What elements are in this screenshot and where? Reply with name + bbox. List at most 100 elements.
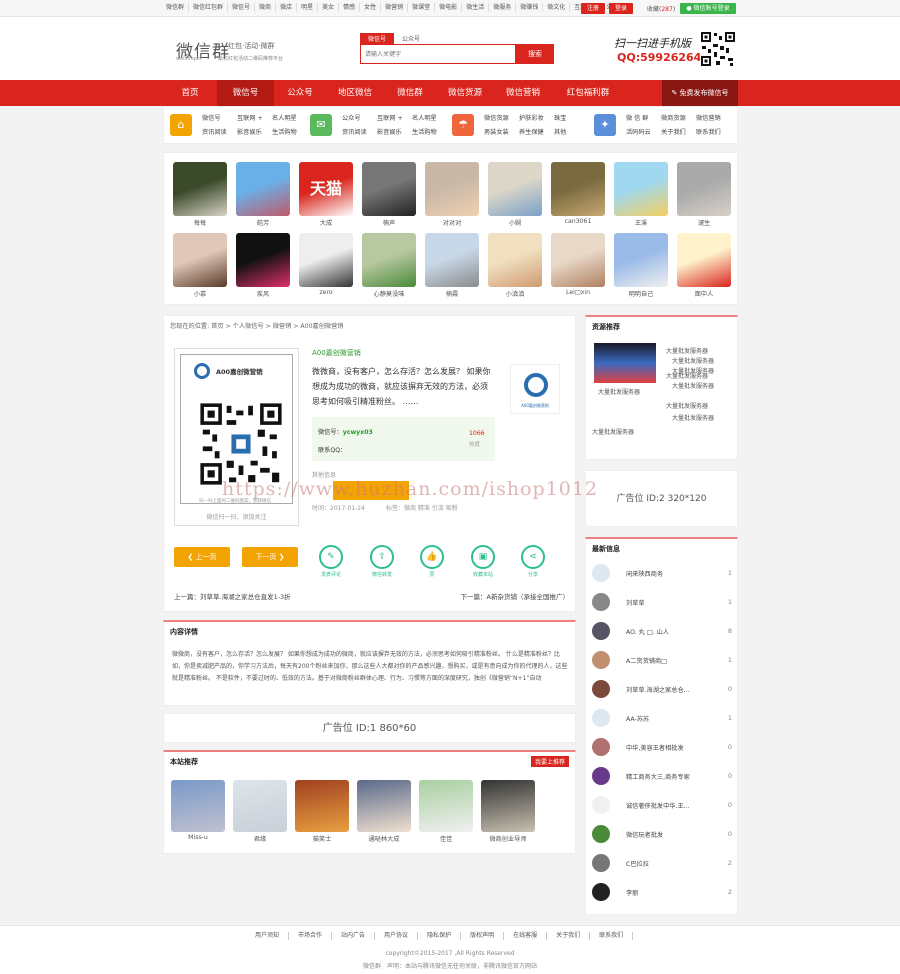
avatar-thumb[interactable] [551,162,605,216]
recommend-item[interactable]: 君缘 [232,780,288,843]
recommend-item[interactable]: Miss-u [170,780,226,841]
category-link[interactable]: 资讯阅读 [202,127,227,136]
avatar-thumb[interactable] [488,162,542,216]
recommend-name[interactable]: 通哒林大成 [356,834,412,843]
avatar-cell[interactable]: 王溪 [613,162,669,227]
top-link[interactable]: 女性 [360,3,382,12]
avatar-cell[interactable]: 小慕 [172,233,228,298]
news-item[interactable]: A二货货铺商□ 1 [592,651,732,671]
recommend-name[interactable]: 君缘 [232,834,288,843]
prev-page-button[interactable]: ❮ 上一页 [174,547,230,567]
avatar-cell[interactable]: 心静莫没味 [361,233,417,298]
avatar-name[interactable]: 谴生 [676,218,732,227]
news-item[interactable]: AA-苏苏 1 [592,709,732,729]
top-link[interactable]: 微信号 [228,3,256,12]
recommend-item[interactable]: 微商创业导师 [480,780,536,843]
category-link[interactable]: 生活购物 [412,127,437,136]
category-link[interactable]: 关于我们 [661,127,686,136]
avatar-thumb[interactable] [362,162,416,216]
avatar-thumb[interactable] [614,233,668,287]
news-item[interactable]: C巴拉拉 2 [592,854,732,874]
top-link[interactable]: 微赚钱 [516,3,544,12]
category-link[interactable]: 其他 [554,127,566,136]
news-item[interactable]: 李丽 2 [592,883,732,903]
resource-link[interactable]: 大量批发服务器 [672,356,714,365]
avatar-name[interactable]: 楠霞 [424,289,480,298]
top-link[interactable]: 微电影 [435,3,463,12]
avatar-thumb[interactable] [677,162,731,216]
recommend-name[interactable]: 佳佳 [418,834,474,843]
recommend-thumb[interactable] [295,780,349,832]
footer-link[interactable]: 联系我们 [590,932,634,940]
share-wechat-icon[interactable]: ⇪ [370,545,394,569]
category-link[interactable]: 互联网 + [377,113,403,122]
search-tab-wechat[interactable]: 微信号 [360,33,395,44]
login-button[interactable]: 登录 [609,3,633,14]
recommend-thumb[interactable] [481,780,535,832]
avatar-name[interactable]: 小娴 [487,218,543,227]
category-link[interactable]: 影音娱乐 [377,127,402,136]
avatar-cell[interactable]: 楠霞 [424,233,480,298]
favorite-link[interactable]: 收藏(287) [647,4,675,13]
category-link[interactable]: 互联网 + [237,113,263,122]
news-name[interactable]: 精工商务大三,商务专家 [626,772,722,781]
ad-banner-2[interactable]: 广告位 ID:2 320*120 [585,470,738,527]
recommend-thumb[interactable] [357,780,411,832]
news-name[interactable]: 刘草草 [626,598,722,607]
search-input[interactable] [361,45,515,63]
category-link[interactable]: 影音娱乐 [237,127,262,136]
search-tab-official[interactable]: 公众号 [394,33,428,44]
footer-link[interactable]: 市场合作 [289,932,333,940]
top-link[interactable]: 微信红包群 [189,3,229,12]
top-link[interactable]: 微文化 [543,3,571,12]
category-link[interactable]: 名人明星 [412,113,437,122]
next-page-button[interactable]: 下一页 ❯ [242,547,298,567]
prev-article-link[interactable]: 上一篇：刘草草.海湖之家总仓直发1-3折 [174,591,291,601]
next-article-link[interactable]: 下一篇：A新杂货铺（承接全国推广） [461,591,569,601]
search-button[interactable]: 搜索 [516,44,554,64]
tags-value[interactable]: 微商 精准 引流 吸粉 [404,505,458,512]
folder-icon[interactable]: ▣ [471,545,495,569]
resource-link[interactable]: 大量批发服务器 [592,427,634,436]
avatar-name[interactable]: can3061 [550,218,606,225]
avatar-name[interactable]: 对对对 [424,218,480,227]
nav-group[interactable]: 微信群 [384,80,436,106]
recommend-name[interactable]: 微商创业导师 [480,834,536,843]
avatar-thumb[interactable] [425,233,479,287]
top-link[interactable]: 微生活 [462,3,490,12]
category-link[interactable]: 珠宝 [554,113,566,122]
avatar-thumb[interactable] [425,162,479,216]
resource-link[interactable]: 大量批发服务器 [666,346,708,355]
avatar-cell[interactable]: 小娴 [487,162,543,227]
avatar-name[interactable]: 王溪 [613,218,669,227]
resource-banner[interactable] [594,343,656,383]
footer-link[interactable]: 在线客服 [504,932,548,940]
resource-link[interactable]: 大量批发服务器 [666,401,708,410]
avatar-name[interactable]: 明明自己 [613,289,669,298]
avatar-cell[interactable]: 天猫 大成 [298,162,354,227]
recommend-item[interactable]: 通哒林大成 [356,780,412,843]
recommend-thumb[interactable] [419,780,473,832]
avatar-cell[interactable]: 皓芳 [235,162,291,227]
news-item[interactable]: 精工商务大三,商务专家 0 [592,767,732,787]
avatar-thumb[interactable] [614,162,668,216]
avatar-cell[interactable]: 小滇滇 [487,233,543,298]
resource-link[interactable]: 大量批发服务器 [672,381,714,390]
register-button[interactable]: 注册 [581,3,605,14]
avatar-cell[interactable]: zero [298,233,354,296]
avatar-name[interactable]: zero [298,289,354,296]
footer-link[interactable]: 用户协议 [375,932,419,940]
footer-link[interactable]: 版权声明 [461,932,505,940]
footer-link[interactable]: 隐私保护 [418,932,462,940]
top-link[interactable]: 情感 [339,3,361,12]
category-link[interactable]: 公众号 [342,113,361,122]
top-link[interactable]: 微商 [255,3,277,12]
nav-region[interactable]: 地区微信 [326,80,384,106]
top-link[interactable]: 微信群 [162,3,190,12]
ad-banner-1[interactable]: 广告位 ID:1 860*60 [163,713,576,743]
avatar-cell[interactable]: 疾风 [235,233,291,298]
avatar-thumb[interactable] [362,233,416,287]
avatar-thumb[interactable] [236,162,290,216]
avatar-thumb[interactable]: 天猫 [299,162,353,216]
recommend-name[interactable]: Miss-u [170,834,226,841]
